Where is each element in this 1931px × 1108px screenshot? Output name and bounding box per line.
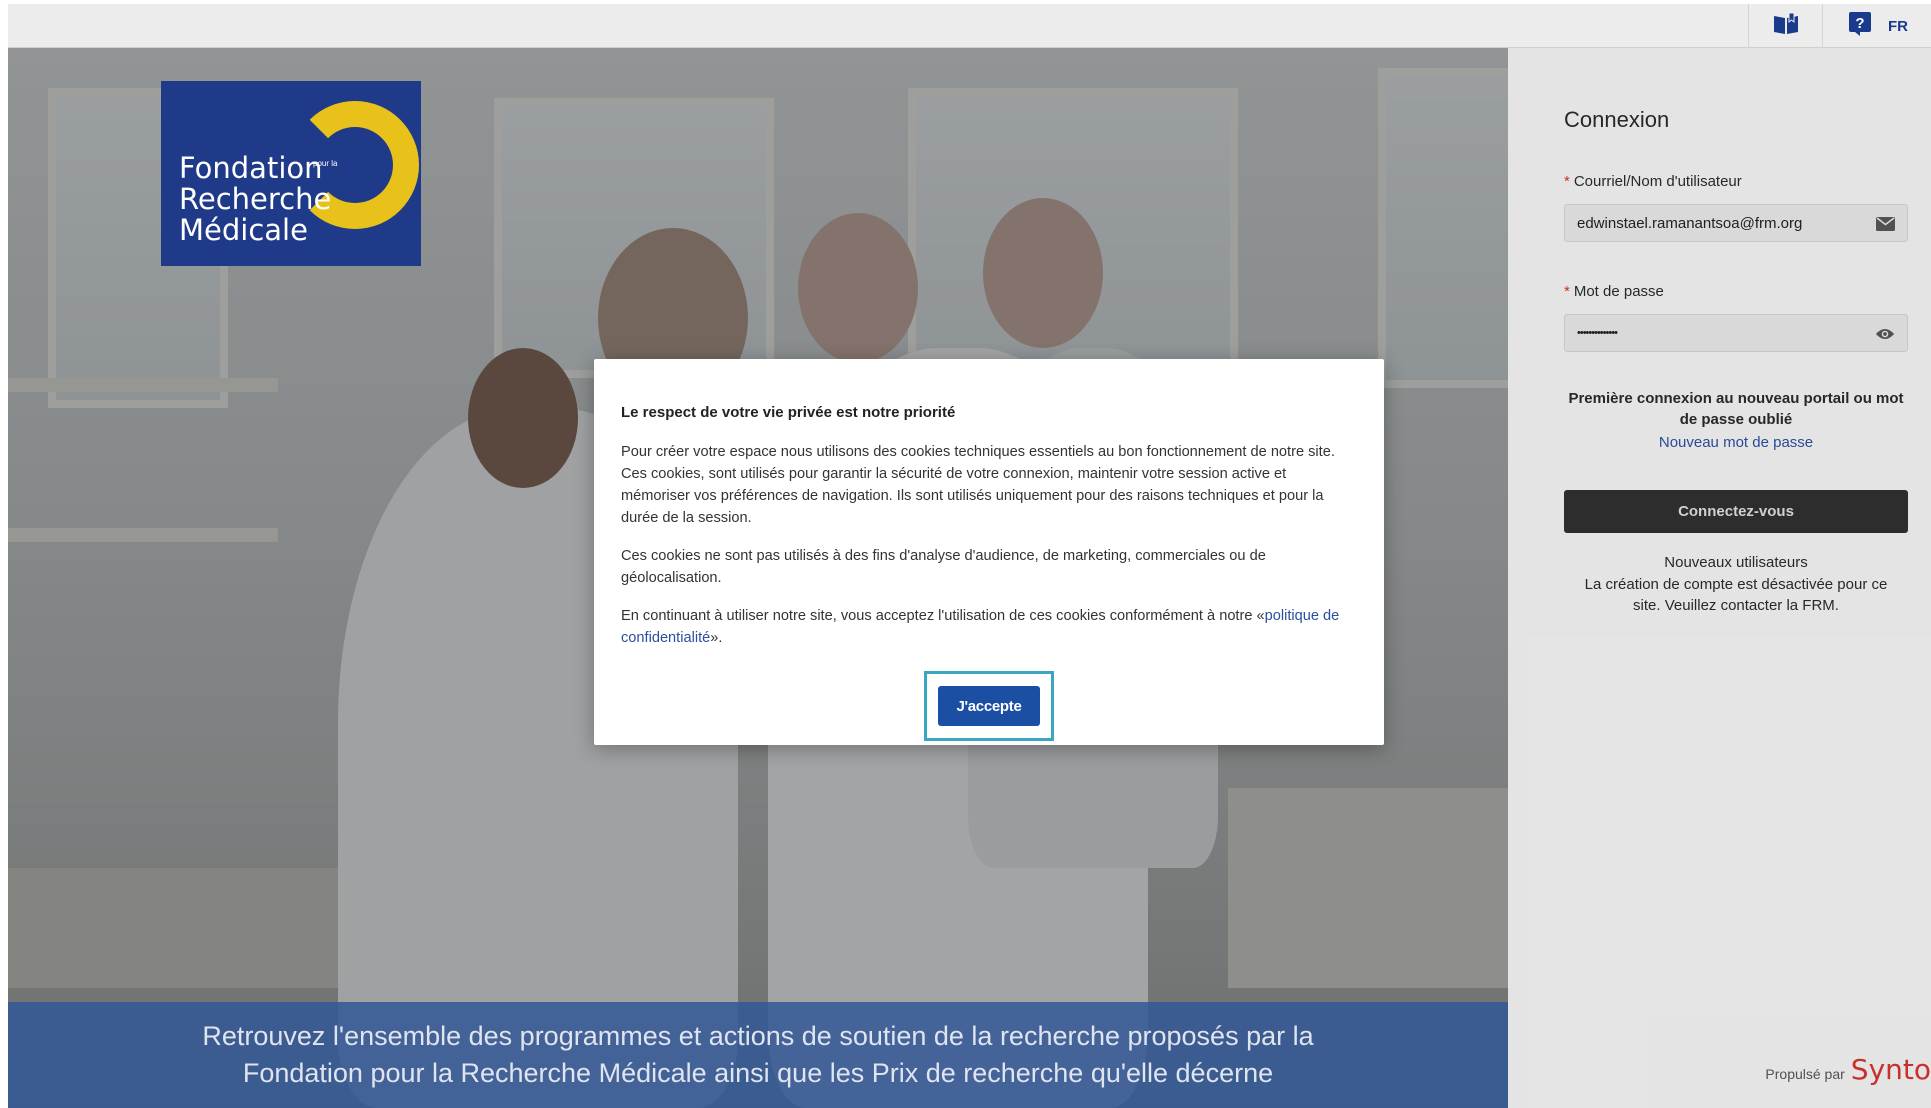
help-icon: ? <box>1848 11 1871 41</box>
logo-line-3: Médicale <box>179 213 308 247</box>
language-selector[interactable]: FR <box>1888 4 1908 48</box>
hero-banner: Retrouvez l'ensemble des programmes et a… <box>8 1002 1508 1108</box>
user-manual-button[interactable] <box>1748 4 1822 48</box>
cookie-paragraph-2: Ces cookies ne sont pas utilisés à des f… <box>621 548 1266 586</box>
cookie-dialog-title: Le respect de votre vie privée est notre… <box>621 404 956 421</box>
browser-page: ? FR Retrouvez l'ensemble des programmes… <box>8 4 1931 1108</box>
frm-logo: pour la Fondation Recherche Médicale <box>161 81 421 266</box>
logo-text: Fondation Recherche Médicale <box>179 153 331 246</box>
accept-button-focus-ring: J'accepte <box>924 671 1054 741</box>
book-icon <box>1773 12 1799 40</box>
cookie-paragraph-3-suffix: ». <box>710 630 723 646</box>
accept-cookies-button[interactable]: J'accepte <box>938 686 1040 726</box>
logo-line-2: Recherche <box>179 182 332 216</box>
cookie-paragraph-3-prefix: En continuant à utiliser notre site, vou… <box>621 608 1265 624</box>
hero-banner-text: Retrouvez l'ensemble des programmes et a… <box>202 1021 1314 1088</box>
cookie-paragraph-1: Pour créer votre espace nous utilisons d… <box>621 444 1335 526</box>
svg-text:?: ? <box>1855 15 1864 32</box>
logo-line-1: Fondation <box>179 151 323 185</box>
help-button[interactable]: ? <box>1822 4 1896 48</box>
login-panel: Connexion * Courriel/Nom d'utilisateur ed… <box>1508 48 1931 1108</box>
cookie-consent-dialog: Le respect de votre vie privée est notre… <box>594 359 1384 745</box>
cookie-paragraph-3: En continuant à utiliser notre site, vou… <box>621 605 1356 649</box>
top-bar: ? FR <box>8 4 1931 48</box>
